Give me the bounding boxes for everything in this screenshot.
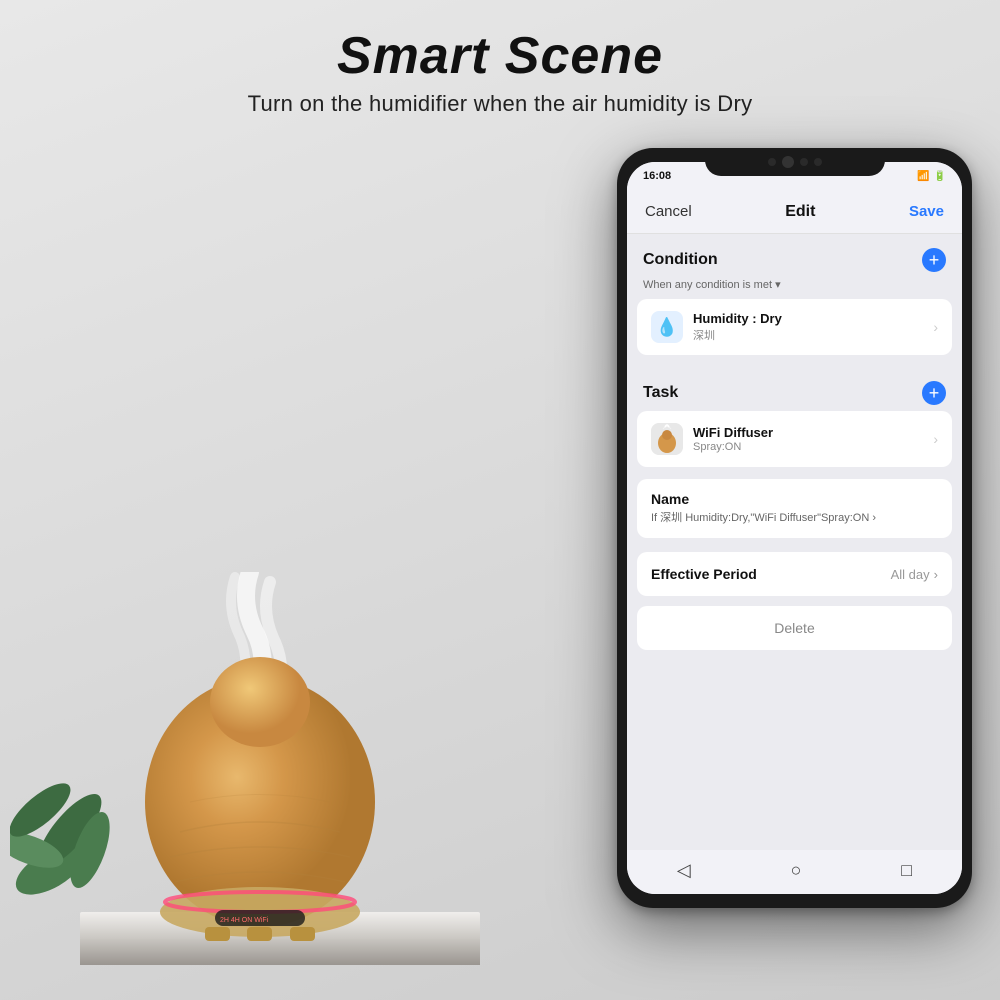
phone-screen: 16:08 📶 🔋 Cancel Edit Save Cond xyxy=(627,162,962,894)
humidifier: 2H 4H ON WiFi xyxy=(120,572,400,942)
camera-dot-left xyxy=(768,158,776,166)
diffuser-chevron: › xyxy=(933,431,938,447)
spacer-3 xyxy=(627,540,962,550)
task-section-title: Task xyxy=(643,384,678,402)
humidity-title: Humidity : Dry xyxy=(693,311,925,326)
diffuser-icon xyxy=(651,423,683,455)
effective-label: Effective Period xyxy=(651,566,757,582)
effective-value: All day › xyxy=(891,567,938,582)
name-value: If 深圳 Humidity:Dry,"WiFi Diffuser"Spray:… xyxy=(651,511,938,526)
condition-card: 💧 Humidity : Dry 深圳 › xyxy=(637,299,952,355)
subtitle: Turn on the humidifier when the air humi… xyxy=(0,91,1000,117)
condition-section-title: Condition xyxy=(643,251,718,269)
delete-button[interactable]: Delete xyxy=(637,606,952,650)
camera-dot-right xyxy=(800,158,808,166)
humidity-text: Humidity : Dry 深圳 xyxy=(693,311,925,343)
status-icons: 📶 🔋 xyxy=(917,171,946,182)
humidity-chevron: › xyxy=(933,319,938,335)
diffuser-subtitle: Spray:ON xyxy=(693,441,925,453)
status-time: 16:08 xyxy=(643,170,671,182)
nav-bar: Cancel Edit Save xyxy=(627,190,962,234)
save-button[interactable]: Save xyxy=(909,203,944,220)
humidity-row[interactable]: 💧 Humidity : Dry 深圳 › xyxy=(637,299,952,355)
shelf-front xyxy=(80,939,480,965)
diffuser-title: WiFi Diffuser xyxy=(693,425,925,440)
spacer-2 xyxy=(627,469,962,479)
task-card: WiFi Diffuser Spray:ON › xyxy=(637,411,952,467)
condition-subtitle: When any condition is met ▾ xyxy=(627,278,962,299)
battery-icon: 🔋 xyxy=(934,171,946,182)
phone-container: 16:08 📶 🔋 Cancel Edit Save Cond xyxy=(617,148,972,908)
page-wrapper: Smart Scene Turn on the humidifier when … xyxy=(0,0,1000,1000)
condition-header: Condition + xyxy=(627,234,962,278)
main-title: Smart Scene xyxy=(0,28,1000,85)
add-task-button[interactable]: + xyxy=(922,381,946,405)
task-header: Task + xyxy=(627,367,962,411)
cancel-button[interactable]: Cancel xyxy=(645,203,692,220)
phone-frame: 16:08 📶 🔋 Cancel Edit Save Cond xyxy=(617,148,972,908)
home-nav-button[interactable]: ○ xyxy=(791,860,802,881)
nav-title: Edit xyxy=(785,203,815,221)
recent-nav-button[interactable]: □ xyxy=(901,860,912,881)
name-section[interactable]: Name If 深圳 Humidity:Dry,"WiFi Diffuser"S… xyxy=(637,479,952,538)
camera-bar xyxy=(705,148,885,176)
humidity-subtitle: 深圳 xyxy=(693,327,925,343)
camera-dot-far xyxy=(814,158,822,166)
screen-content: Condition + When any condition is met ▾ … xyxy=(627,234,962,850)
effective-period-row[interactable]: Effective Period All day › xyxy=(637,552,952,596)
camera-main xyxy=(782,156,794,168)
phone-bottom-nav: ◁ ○ □ xyxy=(627,850,962,894)
wifi-icon: 📶 xyxy=(917,171,929,182)
back-nav-button[interactable]: ◁ xyxy=(677,860,691,881)
add-condition-button[interactable]: + xyxy=(922,248,946,272)
svg-text:2H 4H ON WiFi: 2H 4H ON WiFi xyxy=(220,917,269,924)
diffuser-text: WiFi Diffuser Spray:ON xyxy=(693,425,925,453)
diffuser-row[interactable]: WiFi Diffuser Spray:ON › xyxy=(637,411,952,467)
name-label: Name xyxy=(651,491,938,507)
humidity-icon: 💧 xyxy=(651,311,683,343)
spacer-1 xyxy=(627,357,962,367)
title-section: Smart Scene Turn on the humidifier when … xyxy=(0,0,1000,117)
